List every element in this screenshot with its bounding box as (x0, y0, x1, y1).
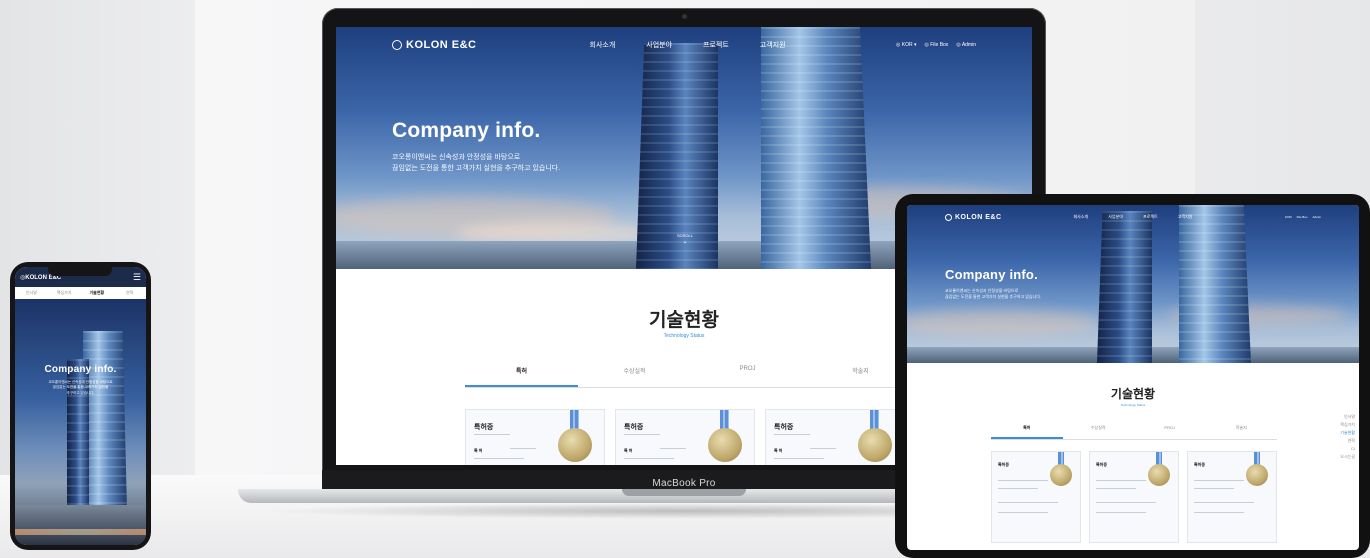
building-right (761, 27, 871, 269)
phone-screen: ◎KOLON E&C ☰ 인사말 핵심가치 기술현황 연혁 Company in… (15, 267, 146, 545)
certificate-list: 특허증 특 허 특허증 특 허 특허증 특 허 (465, 409, 905, 465)
side-nav-item[interactable]: 핵심가치 (1340, 421, 1355, 429)
logo-icon (392, 40, 402, 50)
side-nav-item-active[interactable]: 기술현황 (1340, 429, 1355, 437)
tab-proj[interactable]: PROJ (1134, 425, 1206, 439)
hero-title: Company info. (392, 119, 541, 142)
tab-proj[interactable]: PROJ (691, 366, 804, 387)
tablet-hero: KOLON E&C 회사소개 사업분야 프로젝트 고객지원 KOR File B… (907, 205, 1359, 363)
medal-icon (1050, 464, 1072, 486)
admin-link[interactable]: ◎ Admin (956, 42, 976, 48)
medal-icon (1246, 464, 1268, 486)
scroll-indicator[interactable]: SCROLL ⌄ (672, 233, 698, 245)
camera-icon (682, 14, 687, 19)
file-box-link[interactable]: ◎ File Box (924, 42, 948, 48)
side-nav-item[interactable]: 인사말 (1344, 413, 1355, 421)
side-nav-item[interactable]: 연혁 (1348, 437, 1355, 445)
menu-item-project[interactable]: 프로젝트 (1143, 214, 1158, 220)
medal-icon (708, 428, 742, 462)
menu-item-business[interactable]: 사업분야 (646, 40, 672, 50)
logo-icon (945, 213, 952, 221)
language-selector[interactable]: KOR (1285, 215, 1292, 219)
tablet-hero-title: Company info. (945, 267, 1038, 282)
medal-icon (858, 428, 892, 462)
menu-item-support[interactable]: 고객지원 (1178, 214, 1193, 220)
user-icon: ◎ (956, 42, 961, 48)
phone-hero-title: Company info. (44, 364, 117, 375)
tablet-side-nav: 인사말 핵심가치 기술현황 연혁 CI 오시는길 (1340, 413, 1355, 461)
certificate-card[interactable]: 특허증 특 허 (615, 409, 755, 465)
tablet-section-tabs: 특허 수상실적 PROJ 학술지 (991, 425, 1277, 440)
brand-name: KOLON E&C (406, 39, 477, 51)
certificate-card[interactable]: 특허증 특 허 (465, 409, 605, 465)
tab-awards[interactable]: 수상실적 (578, 366, 691, 387)
tab-awards[interactable]: 수상실적 (1063, 425, 1135, 439)
hamburger-menu-icon[interactable]: ☰ (133, 272, 141, 282)
section-tabs: 특허 수상실적 PROJ 학술지 (465, 366, 917, 388)
tablet-brand-logo[interactable]: KOLON E&C (945, 213, 1002, 221)
phone-hero: Company info. 코오롱이앤씨는 신속성과 안정성을 바탕으로 끊임없… (15, 299, 146, 545)
tab-patent[interactable]: 특허 (465, 366, 578, 387)
main-menu: 회사소개 사업분야 프로젝트 고객지원 (590, 40, 786, 50)
globe-icon: ◎ (895, 42, 901, 48)
menu-item-business[interactable]: 사업분야 (1108, 214, 1123, 220)
certificate-card[interactable]: 특허증 (991, 451, 1081, 543)
brand-logo[interactable]: KOLON E&C (392, 39, 477, 51)
utility-nav: ◎ KOR ▾ ◎ File Box ◎ Admin (896, 42, 976, 48)
tab-journal[interactable]: 학술지 (1206, 425, 1278, 439)
certificate-card[interactable]: 특허증 (1089, 451, 1179, 543)
laptop-trackpad-notch (622, 489, 746, 496)
tablet-section-title: 기술현황 (1110, 387, 1156, 401)
hero-subtitle: 코오롱이앤씨는 신속성과 안정성을 바탕으로 끊임없는 도전을 통한 고객가치 … (392, 154, 561, 172)
chevron-down-icon: ⌄ (682, 239, 688, 245)
certificate-card[interactable]: 특허증 (1187, 451, 1277, 543)
admin-link[interactable]: Admin (1312, 215, 1321, 219)
file-box-link[interactable]: File Box (1297, 215, 1308, 219)
medal-icon (558, 428, 592, 462)
language-selector[interactable]: ◎ KOR ▾ (896, 42, 917, 48)
tablet-screen: KOLON E&C 회사소개 사업분야 프로젝트 고객지원 KOR File B… (907, 205, 1359, 550)
tab-patent[interactable]: 특허 (991, 425, 1063, 439)
side-nav-item[interactable]: CI (1351, 445, 1355, 453)
menu-item-support[interactable]: 고객지원 (760, 40, 786, 50)
certificate-card[interactable]: 특허증 특 허 (765, 409, 905, 465)
phone-notch (48, 267, 112, 276)
side-nav-item[interactable]: 오시는길 (1340, 453, 1355, 461)
file-icon: ◎ (924, 42, 929, 48)
menu-item-project[interactable]: 프로젝트 (703, 40, 729, 50)
menu-item-company[interactable]: 회사소개 (1074, 214, 1089, 220)
menu-item-company[interactable]: 회사소개 (590, 40, 616, 50)
medal-icon (1148, 464, 1170, 486)
